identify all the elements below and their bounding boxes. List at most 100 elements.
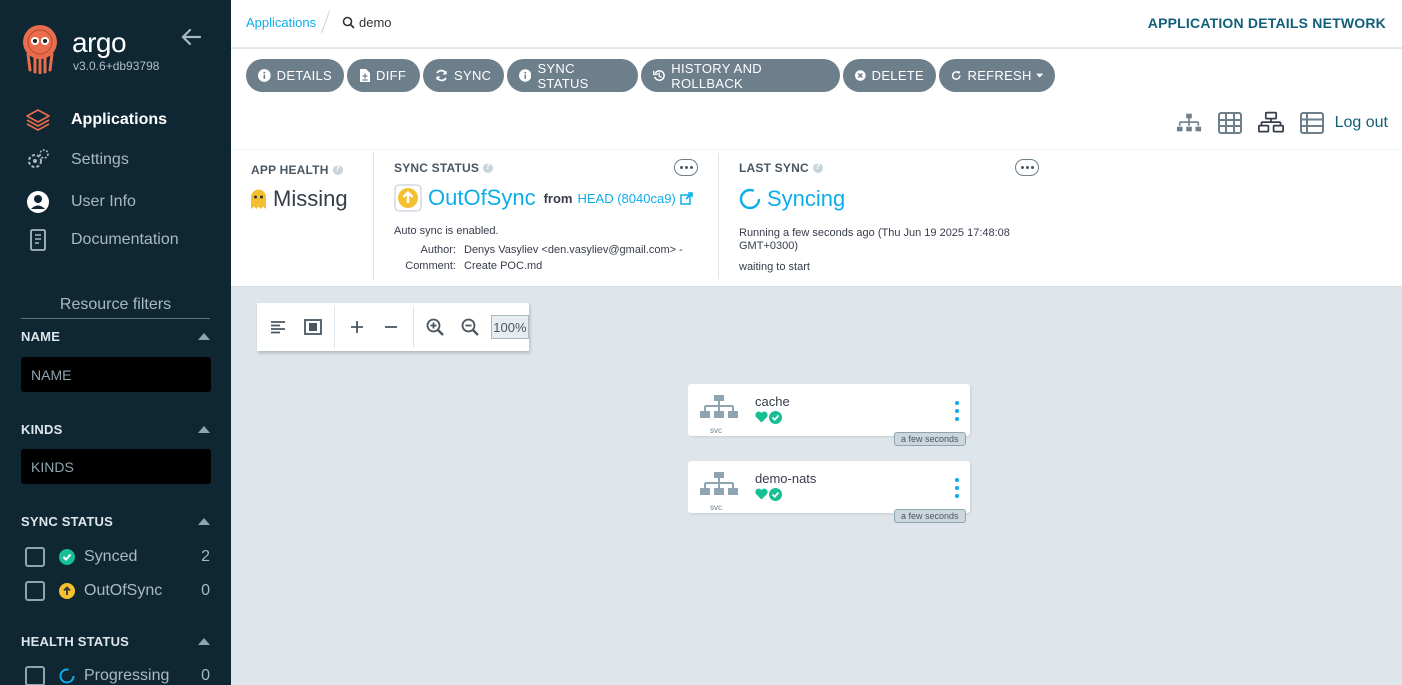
nav-applications[interactable]: Applications — [24, 107, 167, 133]
info-icon — [258, 69, 271, 82]
sync-status-value: OutOfSync from HEAD (8040ca9) — [394, 184, 693, 212]
filter-count: 0 — [201, 667, 210, 684]
zoom-level: 100% — [490, 315, 530, 339]
help-icon[interactable] — [332, 163, 343, 175]
expand-plus-icon[interactable] — [343, 313, 370, 341]
progressing-icon — [59, 668, 75, 684]
sync-button[interactable]: SYNC — [423, 59, 504, 92]
comment-row: Comment: Create POC.md — [394, 260, 542, 272]
resource-status — [755, 488, 782, 501]
collapse-caret-icon[interactable] — [198, 518, 210, 525]
name-filter-input[interactable] — [21, 357, 211, 392]
pods-view-icon[interactable] — [1217, 110, 1243, 136]
last-sync-text: Syncing — [767, 186, 846, 211]
fit-to-screen-icon[interactable] — [300, 313, 327, 341]
button-label: DETAILS — [276, 68, 332, 83]
delete-button[interactable]: DELETE — [843, 59, 936, 92]
resource-kind: svc — [710, 426, 722, 435]
collapse-sidebar-icon[interactable] — [180, 26, 202, 48]
sync-text: OutOfSync — [428, 185, 536, 210]
health-status-filter-label: HEALTH STATUS — [21, 634, 130, 649]
breadcrumb-current[interactable]: demo — [342, 15, 392, 30]
author-row: Author: Denys Vasyliev <den.vasyliev@gma… — [394, 244, 683, 256]
tree-view-icon[interactable] — [1176, 110, 1202, 136]
checkbox[interactable] — [25, 666, 45, 685]
user-circle-icon — [24, 189, 52, 215]
details-button[interactable]: DETAILS — [246, 59, 344, 92]
filter-label: Progressing — [84, 667, 170, 684]
filter-synced[interactable]: Synced 2 — [25, 547, 210, 567]
nav-documentation[interactable]: Documentation — [24, 227, 179, 253]
list-view-icon[interactable] — [1299, 110, 1325, 136]
collapse-minus-icon[interactable] — [378, 313, 405, 341]
node-menu-icon[interactable] — [954, 478, 960, 498]
arrow-up-circle-icon — [59, 583, 75, 599]
history-rollback-button[interactable]: HISTORY AND ROLLBACK — [641, 59, 840, 92]
last-sync-value: Syncing — [739, 186, 845, 212]
diff-button[interactable]: DIFF — [347, 59, 420, 92]
resource-name: demo-nats — [755, 471, 817, 486]
action-toolbar: DETAILS DIFF SYNC SYNC STATUS HISTORY AN… — [231, 49, 1402, 149]
divider — [718, 153, 719, 279]
resource-name: cache — [755, 394, 790, 409]
breadcrumb-current-label: demo — [359, 15, 392, 30]
view-switcher: Log out — [1161, 110, 1388, 136]
caret-down-icon[interactable] — [1035, 73, 1043, 79]
resource-node-cache[interactable]: svc cache — [688, 384, 970, 436]
refresh-button[interactable]: REFRESH — [939, 59, 1055, 92]
collapse-caret-icon[interactable] — [198, 638, 210, 645]
help-icon[interactable] — [483, 161, 494, 173]
name-filter-header[interactable]: NAME — [21, 329, 210, 344]
ghost-icon — [251, 189, 266, 209]
checkbox[interactable] — [25, 547, 45, 567]
age-tag: a few seconds — [894, 509, 966, 523]
breadcrumb-applications[interactable]: Applications — [246, 15, 316, 30]
sync-more-button[interactable] — [674, 159, 698, 176]
running-line-1: Running a few seconds ago (Thu Jun 19 20… — [739, 227, 1010, 239]
sync-status-label: SYNC STATUS — [394, 161, 494, 175]
revision-link[interactable]: HEAD (8040ca9) — [577, 191, 675, 206]
logout-link[interactable]: Log out — [1335, 114, 1388, 132]
waiting-note: waiting to start — [739, 261, 810, 273]
button-label: SYNC STATUS — [537, 60, 589, 91]
page-title: APPLICATION DETAILS NETWORK — [1147, 15, 1386, 31]
app-health-label: APP HEALTH — [251, 163, 343, 177]
nav-settings[interactable]: Settings — [24, 147, 129, 173]
zoom-out-icon[interactable] — [456, 313, 483, 341]
divider — [412, 306, 414, 348]
argo-logo-icon[interactable] — [20, 24, 60, 74]
zoom-in-icon[interactable] — [422, 313, 449, 341]
sidebar: argo v3.0.6+db93798 Applications Setting… — [0, 0, 231, 685]
checkbox[interactable] — [25, 581, 45, 601]
filter-label: Synced — [84, 548, 138, 565]
nav-user-info[interactable]: User Info — [24, 189, 136, 215]
button-label: DIFF — [376, 68, 407, 83]
kinds-filter-input[interactable] — [21, 449, 211, 484]
comment-label: Comment: — [405, 260, 456, 272]
filter-progressing[interactable]: Progressing 0 — [25, 666, 210, 685]
network-view-icon[interactable] — [1257, 110, 1284, 136]
resource-kind: svc — [710, 503, 722, 512]
collapse-caret-icon[interactable] — [198, 333, 210, 340]
version-label: v3.0.6+db93798 — [73, 59, 160, 73]
sync-status-button[interactable]: SYNC STATUS — [507, 59, 638, 92]
button-label: SYNC — [454, 68, 492, 83]
resource-node-demo-nats[interactable]: svc demo-nats — [688, 461, 970, 513]
filter-count: 0 — [201, 582, 210, 599]
help-icon[interactable] — [812, 161, 823, 173]
graph-toolbar: 100% — [257, 303, 530, 351]
breadcrumb-separator — [320, 10, 331, 34]
sync-status-filter-header[interactable]: SYNC STATUS — [21, 514, 210, 529]
kinds-filter-header[interactable]: KINDS — [21, 422, 210, 437]
node-menu-icon[interactable] — [954, 401, 960, 421]
align-left-icon[interactable] — [265, 313, 292, 341]
last-sync-more-button[interactable] — [1015, 159, 1039, 176]
running-line-2: GMT+0300) — [739, 240, 798, 252]
filter-outofsync[interactable]: OutOfSync 0 — [25, 581, 210, 601]
search-icon — [342, 16, 355, 29]
external-link-icon[interactable] — [680, 191, 693, 205]
health-status-filter-header[interactable]: HEALTH STATUS — [21, 634, 210, 649]
refresh-icon — [951, 70, 961, 80]
collapse-caret-icon[interactable] — [198, 426, 210, 433]
section-label: SYNC STATUS — [394, 161, 480, 175]
